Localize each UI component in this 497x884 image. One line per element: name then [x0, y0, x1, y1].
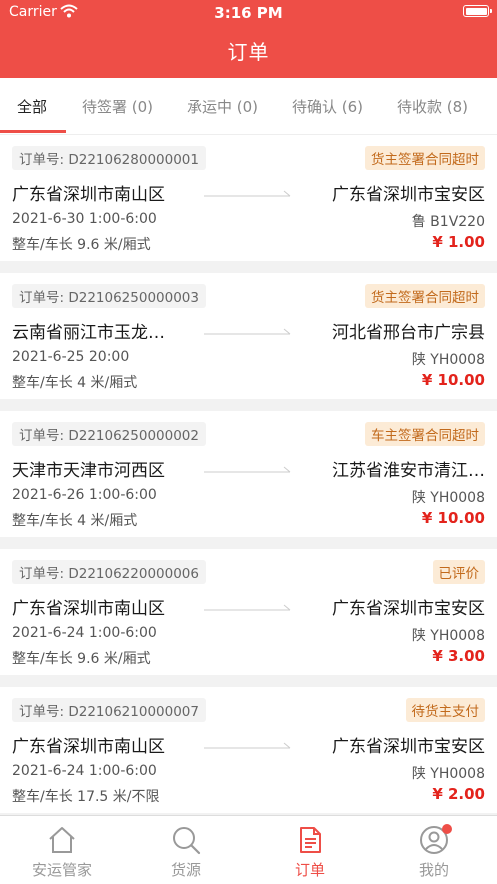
- order-price: ¥ 3.00: [432, 647, 485, 665]
- order-number: 订单号: D22106220000006: [12, 560, 206, 584]
- order-card[interactable]: 订单号: D22106250000002 车主签署合同超时 天津市天津市河西区 …: [0, 411, 497, 537]
- load-date: 2021-6-24 1:00-6:00: [12, 763, 157, 779]
- order-price: ¥ 1.00: [432, 233, 485, 251]
- origin-address: 广东省深圳市南山区: [12, 737, 165, 757]
- tab-pending-payment[interactable]: 待收款 (8): [397, 96, 468, 117]
- tabbar-label: 货源: [170, 861, 201, 879]
- app-header: Carrier 3:16 PM 订单: [0, 0, 497, 78]
- active-tab-indicator: [0, 130, 66, 133]
- document-icon: [300, 827, 321, 853]
- destination-address: 广东省深圳市宝安区: [332, 599, 485, 619]
- status-bar: Carrier 3:16 PM: [0, 0, 497, 25]
- destination-address: 河北省邢台市广宗县: [332, 323, 485, 343]
- order-number: 订单号: D22106250000003: [12, 284, 206, 308]
- vehicle-spec: 整车/车长 4 米/厢式: [12, 375, 138, 391]
- tabbar-item-orders[interactable]: 订单: [248, 816, 372, 884]
- status-badge: 车主签署合同超时: [365, 422, 485, 446]
- tabbar-item-profile[interactable]: 我的: [372, 816, 496, 884]
- order-price: ¥ 2.00: [432, 785, 485, 803]
- destination-address: 广东省深圳市宝安区: [332, 737, 485, 757]
- tabbar-label: 我的: [418, 861, 449, 879]
- bottom-tab-bar: 安运管家 货源 订单 我的: [0, 815, 497, 884]
- plate-number: 陕 YH0008: [411, 766, 485, 782]
- load-date: 2021-6-26 1:00-6:00: [12, 487, 157, 503]
- order-card[interactable]: 订单号: D22106250000003 货主签署合同超时 云南省丽江市玉龙… …: [0, 273, 497, 399]
- tabbar-item-cargo[interactable]: 货源: [124, 816, 248, 884]
- status-badge: 已评价: [432, 560, 485, 584]
- tabbar-item-home[interactable]: 安运管家: [0, 816, 124, 884]
- origin-address: 云南省丽江市玉龙…: [12, 323, 165, 343]
- load-date: 2021-6-24 1:00-6:00: [12, 625, 157, 641]
- tab-in-transit[interactable]: 承运中 (0): [187, 96, 258, 117]
- plate-number: 陕 YH0008: [411, 490, 485, 506]
- order-card[interactable]: 订单号: D22106210000007 待货主支付 广东省深圳市南山区 广东省…: [0, 687, 497, 813]
- route-arrow-icon: [204, 328, 291, 335]
- route-arrow-icon: [204, 604, 291, 611]
- order-number: 订单号: D22106250000002: [12, 422, 206, 446]
- plate-number: 陕 YH0008: [411, 628, 485, 644]
- status-badge: 货主签署合同超时: [365, 284, 485, 308]
- vehicle-spec: 整车/车长 9.6 米/厢式: [12, 651, 151, 667]
- order-card[interactable]: 订单号: D22106280000001 货主签署合同超时 广东省深圳市南山区 …: [0, 135, 497, 261]
- origin-address: 广东省深圳市南山区: [12, 185, 165, 205]
- tab-all[interactable]: 全部: [17, 96, 47, 117]
- tab-pending-sign[interactable]: 待签署 (0): [82, 96, 153, 117]
- order-number: 订单号: D22106210000007: [12, 698, 206, 722]
- page-title: 订单: [227, 40, 270, 64]
- destination-address: 江苏省淮安市清江…: [332, 461, 485, 481]
- load-date: 2021-6-25 20:00: [12, 349, 130, 365]
- vehicle-spec: 整车/车长 4 米/厢式: [12, 513, 138, 529]
- origin-address: 广东省深圳市南山区: [12, 599, 165, 619]
- order-card[interactable]: 订单号: D22106220000006 已评价 广东省深圳市南山区 广东省深圳…: [0, 549, 497, 675]
- route-arrow-icon: [204, 190, 291, 197]
- plate-number: 鲁 B1V220: [411, 214, 485, 230]
- tab-pending-confirm[interactable]: 待确认 (6): [292, 96, 363, 117]
- load-date: 2021-6-30 1:00-6:00: [12, 211, 157, 227]
- order-filter-tabs: 全部 待签署 (0) 承运中 (0) 待确认 (6) 待收款 (8): [0, 78, 497, 135]
- home-icon: [49, 827, 75, 853]
- battery-icon: [463, 5, 492, 17]
- order-price: ¥ 10.00: [421, 371, 485, 389]
- tabbar-label: 安运管家: [31, 861, 92, 879]
- search-icon: [173, 827, 201, 855]
- route-arrow-icon: [204, 466, 291, 473]
- tabbar-label: 订单: [294, 861, 325, 879]
- status-badge: 待货主支付: [405, 698, 485, 722]
- order-price: ¥ 10.00: [421, 509, 485, 527]
- vehicle-spec: 整车/车长 9.6 米/厢式: [12, 237, 151, 253]
- vehicle-spec: 整车/车长 17.5 米/不限: [12, 789, 160, 805]
- origin-address: 天津市天津市河西区: [12, 461, 165, 481]
- destination-address: 广东省深圳市宝安区: [332, 185, 485, 205]
- route-arrow-icon: [204, 742, 291, 749]
- status-badge: 货主签署合同超时: [365, 146, 485, 170]
- notification-badge: [442, 824, 452, 834]
- order-number: 订单号: D22106280000001: [12, 146, 206, 170]
- plate-number: 陕 YH0008: [411, 352, 485, 368]
- status-time: 3:16 PM: [214, 4, 283, 22]
